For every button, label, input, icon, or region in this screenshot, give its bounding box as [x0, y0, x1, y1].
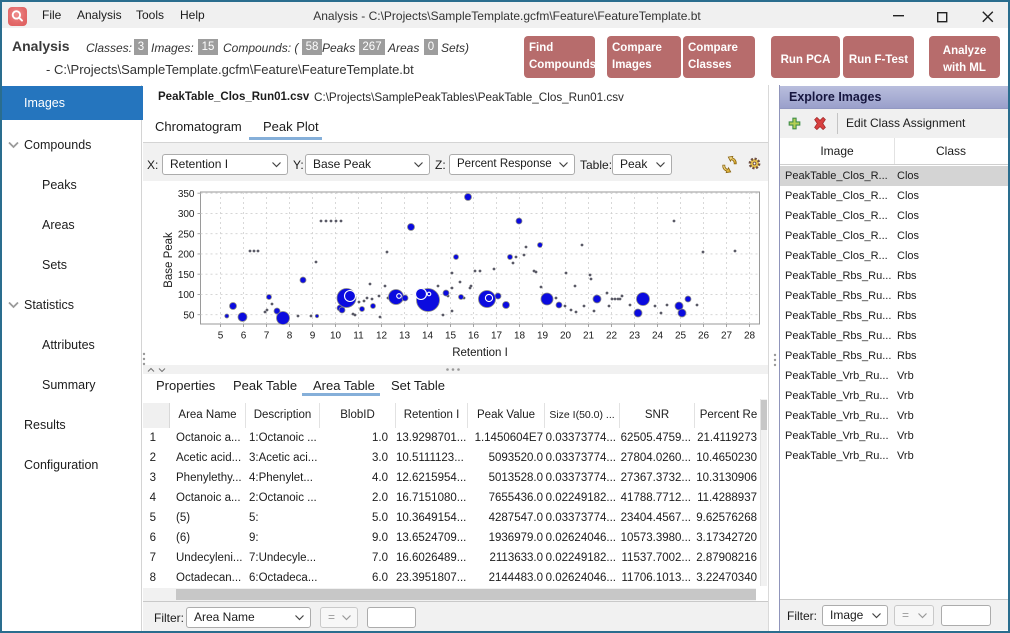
svg-text:Base Peak: Base Peak [163, 232, 175, 288]
svg-text:18: 18 [514, 331, 526, 342]
svg-text:150: 150 [178, 270, 195, 281]
svg-text:20: 20 [560, 331, 572, 342]
svg-text:12: 12 [376, 331, 388, 342]
svg-text:7: 7 [264, 331, 270, 342]
svg-text:15: 15 [445, 331, 457, 342]
svg-text:50: 50 [183, 310, 195, 321]
svg-text:10: 10 [330, 331, 342, 342]
svg-text:19: 19 [537, 331, 549, 342]
svg-text:16: 16 [468, 331, 480, 342]
svg-text:350: 350 [178, 189, 195, 200]
svg-text:13: 13 [399, 331, 411, 342]
svg-text:14: 14 [422, 331, 434, 342]
svg-text:Retention I: Retention I [452, 347, 508, 359]
svg-text:25: 25 [675, 331, 687, 342]
svg-text:27: 27 [721, 331, 733, 342]
svg-text:300: 300 [178, 209, 195, 220]
svg-text:9: 9 [310, 331, 316, 342]
svg-text:200: 200 [178, 250, 195, 261]
svg-text:8: 8 [287, 331, 293, 342]
svg-text:6: 6 [241, 331, 247, 342]
svg-text:22: 22 [606, 331, 618, 342]
svg-text:23: 23 [629, 331, 641, 342]
svg-text:24: 24 [652, 331, 664, 342]
svg-text:5: 5 [218, 331, 224, 342]
svg-text:250: 250 [178, 229, 195, 240]
svg-text:28: 28 [744, 331, 756, 342]
svg-text:11: 11 [353, 331, 364, 342]
svg-text:17: 17 [491, 331, 503, 342]
svg-text:26: 26 [698, 331, 710, 342]
svg-text:21: 21 [583, 331, 595, 342]
svg-text:100: 100 [178, 290, 195, 301]
